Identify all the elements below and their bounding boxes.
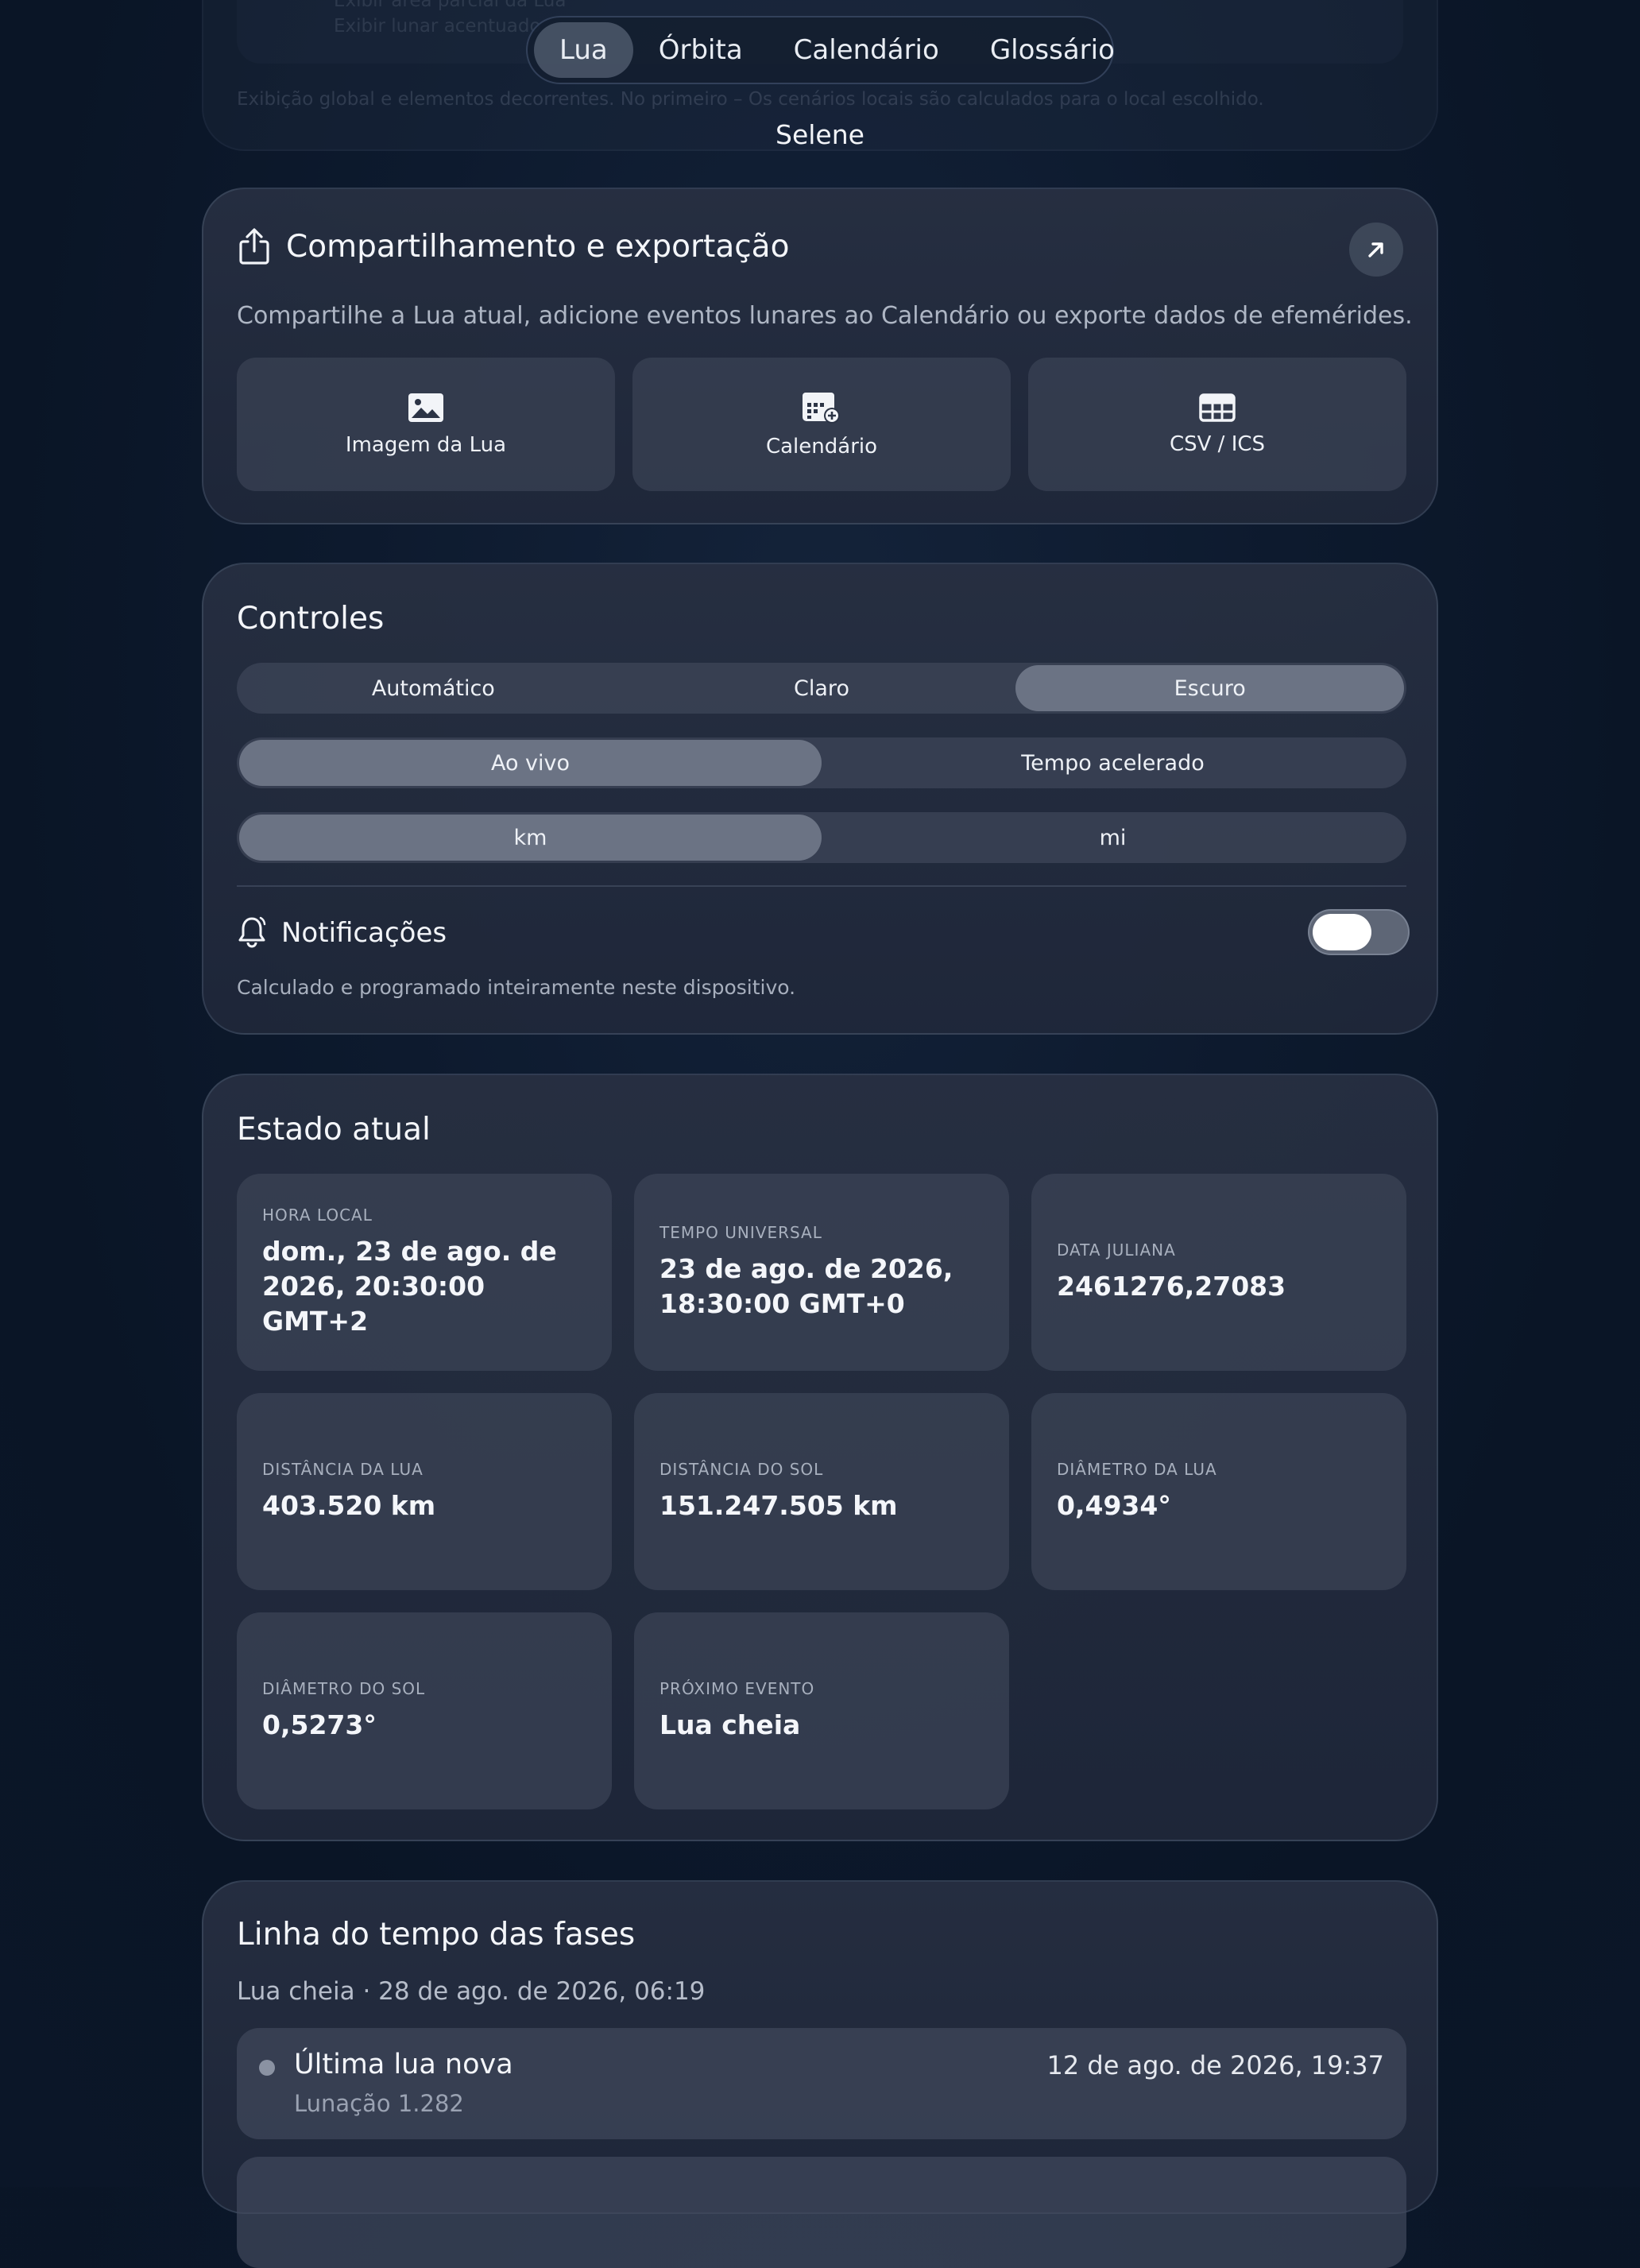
universal-time-tile: Tempo universal 23 de ago. de 2026, 18:3…	[634, 1174, 1009, 1371]
tile-value: dom., 23 de ago. de 2026, 20:30:00 GMT+2	[262, 1236, 557, 1337]
phase-dot-icon	[259, 2060, 275, 2076]
timeline-item[interactable]: Última lua nova Lunação 1.282 12 de ago.…	[237, 2028, 1406, 2139]
controls-card: Controles Automático Claro Escuro Ao viv…	[202, 563, 1438, 1035]
timeline-item[interactable]	[237, 2157, 1406, 2268]
tab-glossario[interactable]: Glossário	[965, 22, 1140, 78]
current-state-title: Estado atual	[237, 1112, 431, 1148]
share-title: Compartilhamento e exportação	[286, 229, 790, 265]
appearance-light-option[interactable]: Claro	[628, 665, 1016, 711]
time-accelerated-option[interactable]: Tempo acelerado	[822, 740, 1404, 786]
appearance-segmented-control: Automático Claro Escuro	[237, 663, 1406, 714]
controls-title: Controles	[237, 601, 385, 637]
arrow-up-right-icon	[1368, 242, 1383, 257]
timeline-title: Linha do tempo das fases	[237, 1917, 636, 1953]
next-event-tile: Próximo evento Lua cheia	[634, 1612, 1009, 1809]
notifications-toggle[interactable]	[1308, 909, 1410, 955]
table-icon	[1199, 393, 1236, 422]
appearance-dark-option[interactable]: Escuro	[1015, 665, 1405, 711]
csv-ics-button[interactable]: CSV / ICS	[1028, 358, 1406, 491]
tile-label: Hora local	[262, 1206, 373, 1225]
share-export-card: Compartilhamento e exportação Compartilh…	[202, 188, 1438, 524]
tile-value: 403.520 km	[262, 1490, 436, 1521]
divider	[237, 885, 1406, 887]
tile-label: Distância do Sol	[659, 1460, 824, 1479]
tile-label: Próximo evento	[659, 1679, 815, 1698]
tab-calendario[interactable]: Calendário	[768, 22, 965, 78]
tile-label: Diâmetro do Sol	[262, 1679, 426, 1698]
moon-diameter-tile: Diâmetro da Lua 0,4934°	[1031, 1393, 1406, 1590]
image-icon	[408, 393, 443, 422]
tile-label: Tempo universal	[659, 1223, 822, 1242]
tile-value: 0,4934°	[1057, 1490, 1171, 1521]
sun-diameter-tile: Diâmetro do Sol 0,5273°	[237, 1612, 612, 1809]
tile-label: Data juliana	[1057, 1240, 1176, 1260]
timeline-item-date: 12 de ago. de 2026, 19:37	[1046, 2050, 1384, 2080]
calendar-export-button[interactable]: Calendário	[632, 358, 1011, 491]
julian-date-tile: Data juliana 2461276,27083	[1031, 1174, 1406, 1371]
tile-value: 0,5273°	[262, 1709, 377, 1740]
units-segmented-control: km mi	[237, 812, 1406, 863]
sun-distance-tile: Distância do Sol 151.247.505 km	[634, 1393, 1009, 1590]
csv-ics-label: CSV / ICS	[1169, 432, 1266, 456]
previous-card-footer: Exibição global e elementos decorrentes.…	[237, 89, 1264, 110]
open-share-button[interactable]	[1349, 223, 1403, 277]
share-icon	[239, 228, 269, 265]
tile-value: Lua cheia	[659, 1709, 801, 1740]
tab-orbita[interactable]: Órbita	[633, 22, 768, 78]
calendar-export-label: Calendário	[765, 435, 878, 459]
toggle-knob	[1313, 914, 1371, 950]
units-mi-option[interactable]: mi	[822, 815, 1404, 861]
tile-value: 151.247.505 km	[659, 1490, 898, 1521]
time-live-option[interactable]: Ao vivo	[239, 740, 822, 786]
moon-distance-tile: Distância da Lua 403.520 km	[237, 1393, 612, 1590]
timeline-subtitle: Lua cheia · 28 de ago. de 2026, 06:19	[237, 1977, 706, 2006]
notifications-label: Notificações	[281, 917, 447, 949]
timeline-item-detail: Lunação 1.282	[294, 2090, 464, 2117]
units-km-option[interactable]: km	[239, 815, 822, 861]
notifications-description: Calculado e programado inteiramente nest…	[237, 976, 796, 999]
timeline-item-title: Última lua nova	[294, 2049, 513, 2080]
tile-label: Diâmetro da Lua	[1057, 1460, 1217, 1479]
app-title: Selene	[776, 119, 864, 150]
local-time-tile: Hora local dom., 23 de ago. de 2026, 20:…	[237, 1174, 612, 1371]
appearance-automatic-option[interactable]: Automático	[239, 665, 628, 711]
tile-label: Distância da Lua	[262, 1460, 424, 1479]
share-description: Compartilhe a Lua atual, adicione evento…	[237, 302, 1413, 330]
bell-icon	[238, 916, 266, 948]
previous-card-line: Exibir lunar acentuado	[334, 16, 541, 37]
tab-lua[interactable]: Lua	[534, 22, 633, 78]
moon-image-label: Imagem da Lua	[345, 433, 507, 457]
time-mode-segmented-control: Ao vivo Tempo acelerado	[237, 737, 1406, 788]
previous-card-line: Exibir área parcial da Lua	[334, 0, 567, 11]
moon-image-button[interactable]: Imagem da Lua	[237, 358, 615, 491]
top-tab-bar: Lua Órbita Calendário Glossário	[526, 16, 1115, 84]
calendar-add-icon	[803, 393, 840, 424]
tile-value: 23 de ago. de 2026, 18:30:00 GMT+0	[659, 1253, 953, 1319]
current-state-card: Estado atual Hora local dom., 23 de ago.…	[202, 1074, 1438, 1841]
tile-value: 2461276,27083	[1057, 1271, 1286, 1302]
phase-timeline-card: Linha do tempo das fases Lua cheia · 28 …	[202, 1880, 1438, 2268]
